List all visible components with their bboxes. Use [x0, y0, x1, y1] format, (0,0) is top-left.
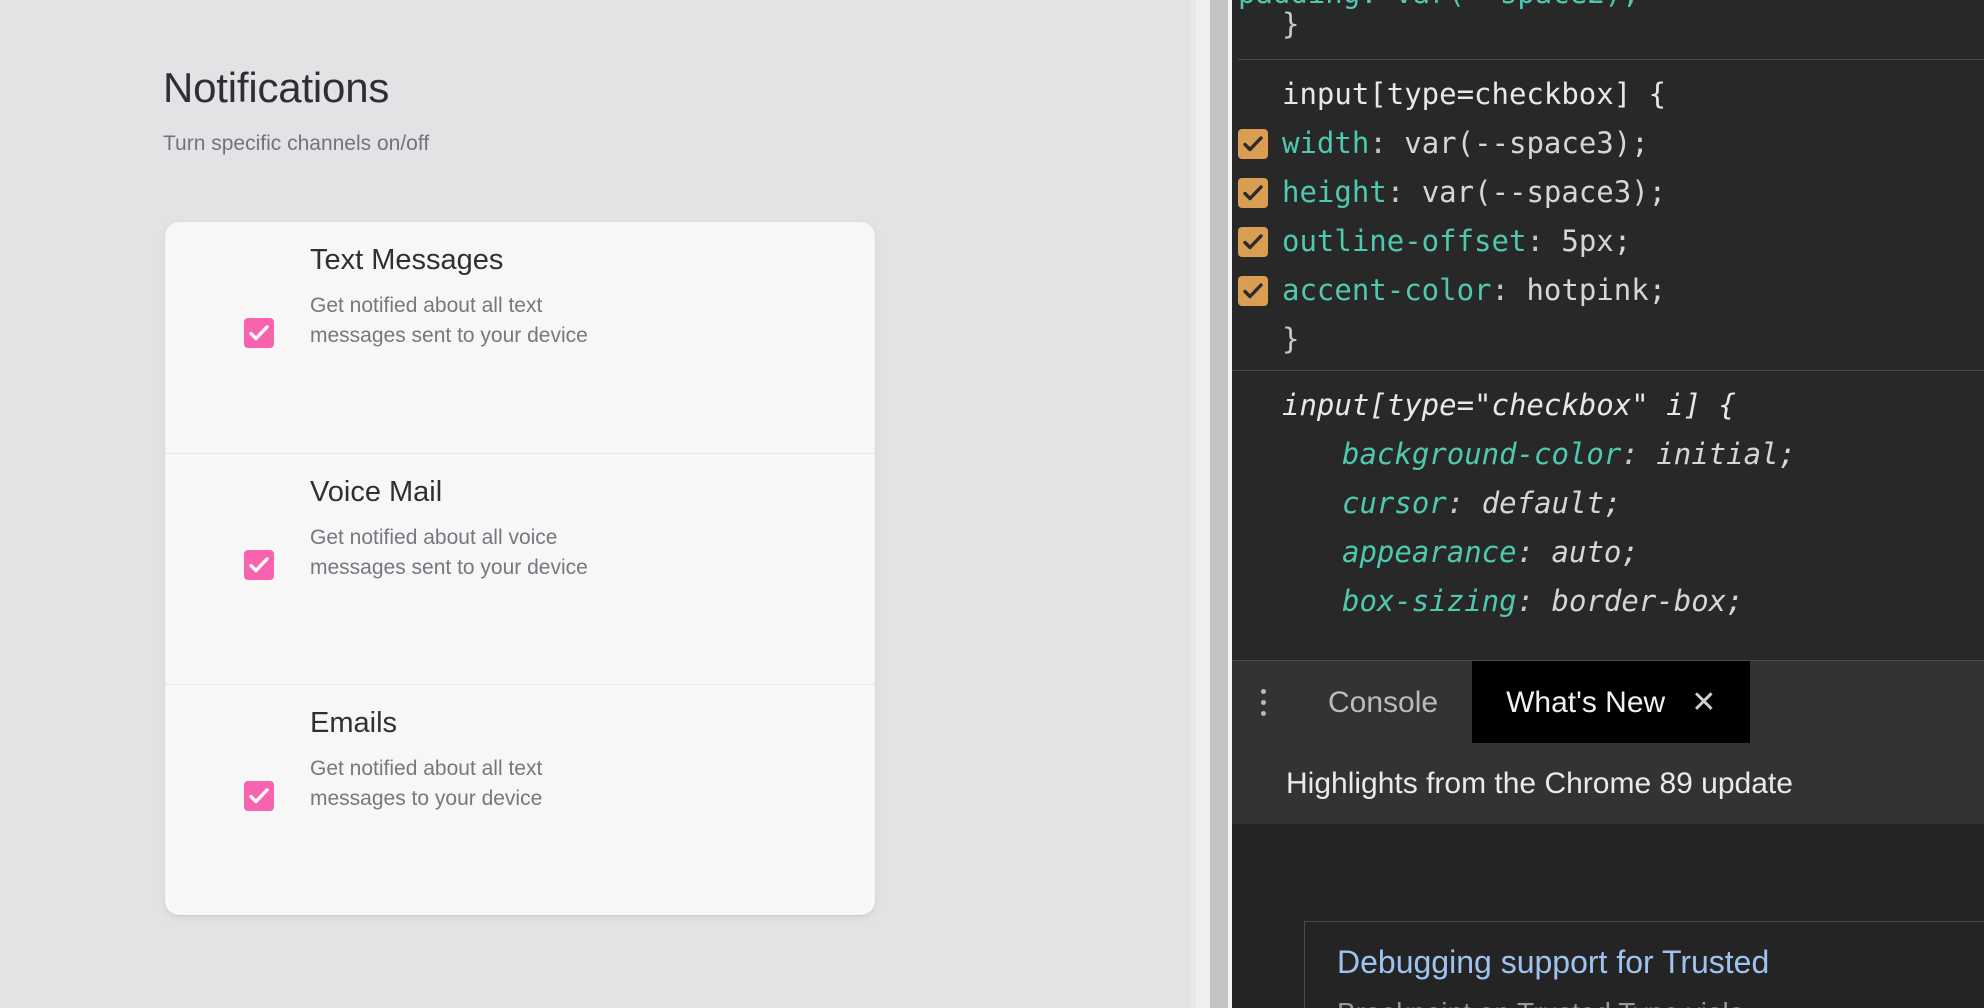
css-rule-author: } input[type=checkbox] { width: var(--sp…: [1232, 0, 1984, 364]
css-rule-divider: [1238, 59, 1984, 60]
css-property-value: 5px;: [1561, 217, 1631, 266]
css-property-value: var(--space3);: [1422, 168, 1666, 217]
tab-console[interactable]: Console: [1294, 661, 1472, 744]
row-text: Emails Get notified about all text messa…: [310, 685, 542, 814]
row-text: Voice Mail Get notified about all voice …: [310, 454, 588, 583]
check-icon: [1242, 134, 1264, 154]
css-property-value: default;: [1482, 479, 1622, 528]
css-declaration-height[interactable]: height: var(--space3);: [1238, 168, 1984, 217]
css-enable-checkbox[interactable]: [1238, 276, 1268, 306]
css-property-name: width: [1282, 119, 1369, 168]
row-description-line2: messages to your device: [310, 784, 542, 814]
css-selector[interactable]: input[type=checkbox] {: [1238, 70, 1984, 119]
css-property-name: cursor: [1342, 479, 1447, 528]
css-selector-ua[interactable]: input[type="checkbox" i] {: [1238, 381, 1984, 430]
notification-row-emails[interactable]: Emails Get notified about all text messa…: [165, 684, 875, 915]
css-property-name: box-sizing: [1342, 577, 1517, 626]
checkbox-cell: [165, 222, 310, 348]
more-options-icon[interactable]: [1232, 661, 1294, 744]
check-icon: [1242, 232, 1264, 252]
css-declaration-background-color[interactable]: background-color: initial;: [1238, 430, 1984, 479]
row-text: Text Messages Get notified about all tex…: [310, 222, 588, 351]
notification-row-voice-mail[interactable]: Voice Mail Get notified about all voice …: [165, 453, 875, 684]
css-declaration-accent-color[interactable]: accent-color: hotpink;: [1238, 266, 1984, 315]
page-scrollbar[interactable]: [1196, 0, 1210, 1008]
row-description-line1: Get notified about all voice: [310, 523, 588, 553]
css-closing-brace: }: [1238, 315, 1984, 364]
row-title: Emails: [310, 707, 542, 740]
row-description: Get notified about all text messages sen…: [310, 291, 588, 351]
row-description-line2: messages sent to your device: [310, 553, 588, 583]
css-property-name: height: [1282, 168, 1387, 217]
css-declaration-cursor[interactable]: cursor: default;: [1238, 479, 1984, 528]
notification-row-text-messages[interactable]: Text Messages Get notified about all tex…: [165, 222, 875, 453]
css-declaration-box-sizing[interactable]: box-sizing: border-box;: [1238, 577, 1984, 626]
app-preview-pane: Notifications Turn specific channels on/…: [0, 0, 1190, 1008]
devtools-panel: padding: var(--space2); } input[type=che…: [1232, 0, 1984, 1008]
kebab-dot: [1261, 711, 1266, 716]
row-description-line2: messages sent to your device: [310, 321, 588, 351]
check-icon: [1242, 281, 1264, 301]
css-property-name: accent-color: [1282, 266, 1492, 315]
checkbox-emails[interactable]: [244, 781, 274, 811]
check-icon: [1242, 183, 1264, 203]
check-icon: [248, 786, 270, 806]
row-description: Get notified about all text messages to …: [310, 754, 542, 814]
tab-console-label: Console: [1328, 686, 1438, 720]
whats-new-item-subtitle: Breakpoint on Trusted Type viola: [1337, 997, 1984, 1008]
styles-pane: padding: var(--space2); } input[type=che…: [1232, 0, 1984, 660]
whats-new-body: Debugging support for Trusted Breakpoint…: [1232, 824, 1984, 1008]
screen: Notifications Turn specific channels on/…: [0, 0, 1984, 1008]
row-title: Voice Mail: [310, 476, 588, 509]
checkbox-text-messages[interactable]: [244, 318, 274, 348]
css-enable-checkbox[interactable]: [1238, 129, 1268, 159]
kebab-dot: [1261, 689, 1266, 694]
whats-new-heading-bar: Highlights from the Chrome 89 update: [1232, 743, 1984, 825]
css-declaration-outline-offset[interactable]: outline-offset: 5px;: [1238, 217, 1984, 266]
page-subtitle: Turn specific channels on/off: [163, 132, 429, 156]
checkbox-voice-mail[interactable]: [244, 550, 274, 580]
tab-whats-new-label: What's New: [1506, 686, 1665, 720]
whats-new-item-card[interactable]: Debugging support for Trusted Breakpoint…: [1304, 921, 1984, 1008]
css-property-value: hotpink;: [1526, 266, 1666, 315]
css-rule-user-agent: input[type="checkbox" i] { background-co…: [1232, 370, 1984, 626]
row-title: Text Messages: [310, 244, 588, 277]
notifications-card: Text Messages Get notified about all tex…: [165, 222, 875, 915]
css-property-name: outline-offset: [1282, 217, 1526, 266]
check-icon: [248, 323, 270, 343]
close-icon[interactable]: ✕: [1691, 685, 1716, 720]
checkbox-cell: [165, 685, 310, 811]
css-declaration-width[interactable]: width: var(--space3);: [1238, 119, 1984, 168]
row-description: Get notified about all voice messages se…: [310, 523, 588, 583]
css-enable-checkbox[interactable]: [1238, 178, 1268, 208]
css-property-value: initial;: [1656, 430, 1796, 479]
page-title: Notifications: [163, 64, 389, 112]
checkbox-cell: [165, 454, 310, 580]
css-property-value: var(--space3);: [1404, 119, 1648, 168]
css-enable-checkbox[interactable]: [1238, 227, 1268, 257]
clipped-css-line: padding: var(--space2);: [1238, 0, 1640, 10]
css-property-name: background-color: [1342, 430, 1621, 479]
kebab-dot: [1261, 700, 1266, 705]
row-description-line1: Get notified about all text: [310, 754, 542, 784]
css-property-name: appearance: [1342, 528, 1517, 577]
css-property-value: border-box;: [1552, 577, 1744, 626]
check-icon: [248, 555, 270, 575]
whats-new-heading: Highlights from the Chrome 89 update: [1232, 767, 1793, 801]
row-description-line1: Get notified about all text: [310, 291, 588, 321]
css-property-value: auto;: [1552, 528, 1639, 577]
drawer-tab-bar: Console What's New ✕: [1232, 660, 1984, 744]
tab-whats-new[interactable]: What's New ✕: [1472, 661, 1750, 744]
css-declaration-appearance[interactable]: appearance: auto;: [1238, 528, 1984, 577]
whats-new-item-title[interactable]: Debugging support for Trusted: [1337, 944, 1984, 981]
